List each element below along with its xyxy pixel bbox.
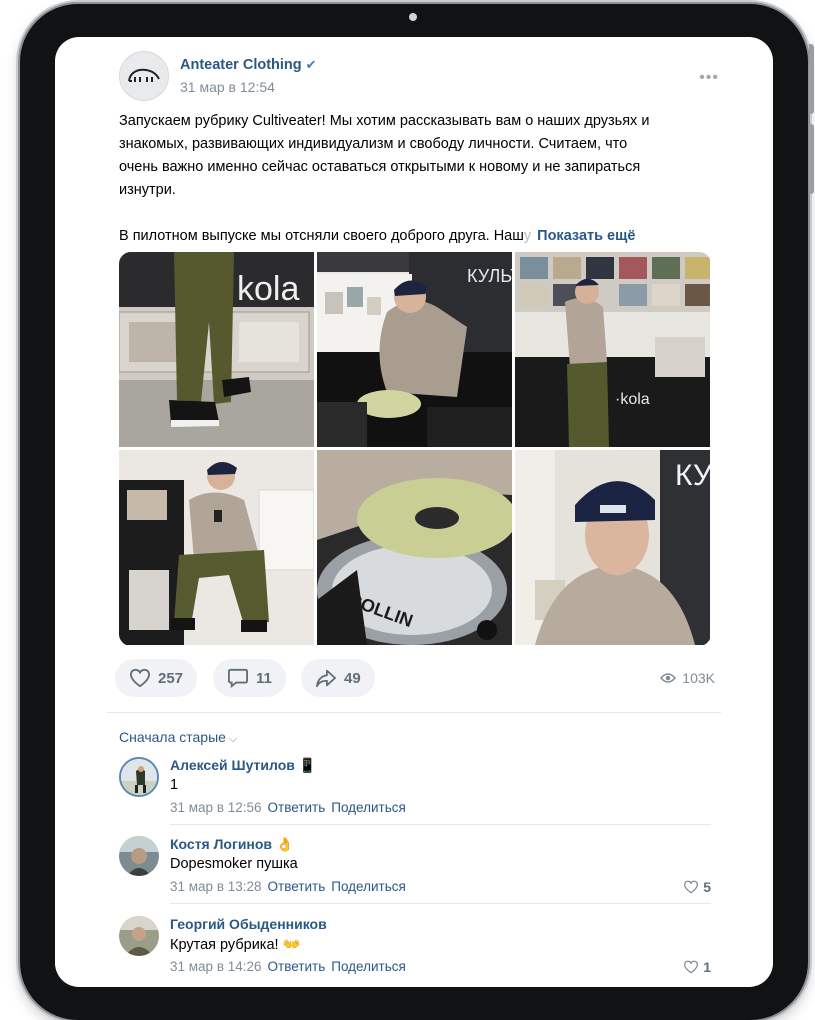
chevron-down-icon: ⌵ bbox=[228, 733, 238, 745]
screen: Anteater Clothing ✔ 31 мар в 12:54 ••• За… bbox=[55, 37, 773, 987]
svg-text:·kola: ·kola bbox=[615, 391, 650, 408]
post-date[interactable]: 31 мар в 12:54 bbox=[180, 79, 275, 95]
share-link[interactable]: Поделиться bbox=[331, 800, 406, 815]
comment-icon bbox=[228, 668, 248, 688]
comment-avatar[interactable] bbox=[119, 916, 159, 956]
photo-grid: kola КУЛЬ ·kola ROLLIN КУ bbox=[119, 252, 711, 646]
svg-text:kola: kola bbox=[237, 270, 299, 308]
post-header: Anteater Clothing ✔ 31 мар в 12:54 ••• bbox=[119, 49, 718, 103]
front-camera bbox=[409, 13, 417, 21]
comment-author[interactable]: Алексей Шутилов 📱 bbox=[170, 757, 316, 774]
comment-like-button[interactable]: 5 bbox=[683, 879, 711, 895]
comment-avatar[interactable] bbox=[119, 757, 159, 797]
photo-3[interactable]: ·kola bbox=[515, 252, 710, 447]
comment-text: 1 bbox=[170, 777, 179, 793]
share-button[interactable]: 49 bbox=[301, 659, 375, 697]
comment-item: Костя Логинов 👌 Dopesmoker пушка 31 мар … bbox=[119, 836, 711, 898]
share-link[interactable]: Поделиться bbox=[331, 879, 406, 894]
post-text: Запускаем рубрику Cultiveater! Мы хотим … bbox=[119, 113, 650, 244]
volume-button-2 bbox=[809, 124, 814, 194]
comment-text: Dopesmoker пушка bbox=[170, 856, 298, 872]
comment-meta: 31 мар в 14:26 Ответить Поделиться bbox=[170, 959, 406, 974]
community-avatar[interactable] bbox=[119, 51, 169, 101]
comments-sort-dropdown[interactable]: Сначала старые ⌵ bbox=[119, 729, 237, 746]
comment-item: Георгий Обыденников Крутая рубрика! 👐 31… bbox=[119, 916, 711, 978]
comment-author[interactable]: Георгий Обыденников bbox=[170, 916, 327, 932]
heart-icon bbox=[684, 880, 699, 894]
tablet-frame: Anteater Clothing ✔ 31 мар в 12:54 ••• За… bbox=[20, 4, 814, 1020]
comment-meta: 31 мар в 13:28 Ответить Поделиться bbox=[170, 879, 406, 894]
reply-link[interactable]: Ответить bbox=[268, 959, 326, 974]
comment-meta: 31 мар в 12:56 Ответить Поделиться bbox=[170, 800, 406, 815]
anteater-logo-icon bbox=[128, 68, 160, 82]
reply-link[interactable]: Ответить bbox=[268, 800, 326, 815]
photo-4[interactable] bbox=[119, 450, 314, 645]
photo-1[interactable]: kola bbox=[119, 252, 314, 447]
verified-check-icon: ✔ bbox=[305, 57, 317, 72]
views-count: 103K bbox=[660, 670, 715, 686]
heart-icon bbox=[129, 668, 151, 688]
more-options-icon[interactable]: ••• bbox=[699, 69, 719, 87]
volume-button bbox=[809, 44, 814, 114]
eye-icon bbox=[660, 673, 677, 683]
comment-text: Крутая рубрика! 👐 bbox=[170, 937, 301, 953]
show-more-link[interactable]: Показать ещё bbox=[537, 228, 635, 244]
comment-item: Алексей Шутилов 📱 1 31 мар в 12:56 Ответи… bbox=[119, 757, 711, 819]
comment-like-button[interactable]: 1 bbox=[683, 959, 711, 975]
share-link[interactable]: Поделиться bbox=[331, 959, 406, 974]
post-actions: 257 11 49 103K bbox=[115, 659, 715, 697]
heart-icon bbox=[684, 960, 699, 974]
divider bbox=[107, 712, 721, 713]
share-arrow-icon bbox=[315, 669, 336, 688]
comment-author[interactable]: Костя Логинов 👌 bbox=[170, 836, 293, 853]
photo-2[interactable]: КУЛЬТ bbox=[317, 252, 512, 447]
comment-button[interactable]: 11 bbox=[213, 659, 286, 697]
svg-text:КУЛЬТ: КУЛЬТ bbox=[467, 266, 512, 286]
post-author[interactable]: Anteater Clothing ✔ bbox=[180, 57, 317, 73]
comment-divider bbox=[170, 903, 711, 904]
comment-avatar[interactable] bbox=[119, 836, 159, 876]
comment-divider bbox=[170, 824, 711, 825]
photo-5[interactable]: ROLLIN bbox=[317, 450, 512, 645]
photo-6[interactable]: КУ bbox=[515, 450, 710, 645]
svg-text:КУ: КУ bbox=[675, 459, 710, 492]
reply-link[interactable]: Ответить bbox=[268, 879, 326, 894]
like-button[interactable]: 257 bbox=[115, 659, 198, 697]
